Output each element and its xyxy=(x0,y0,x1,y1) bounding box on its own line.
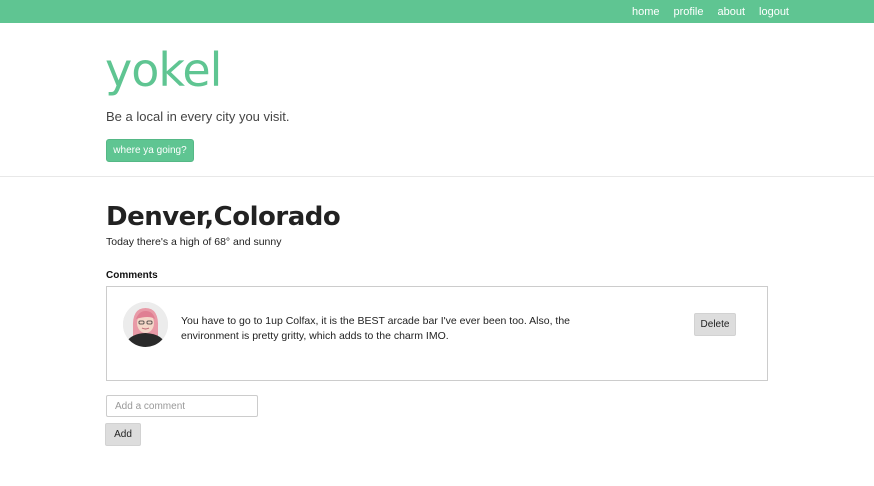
delete-comment-button[interactable]: Delete xyxy=(694,313,736,336)
where-ya-going-button[interactable]: where ya going? xyxy=(106,139,194,162)
nav-home-link[interactable]: home xyxy=(632,6,660,18)
hero-section: yokel Be a local in every city you visit… xyxy=(0,23,874,177)
comment-item: You have to go to 1up Colfax, it is the … xyxy=(106,286,768,381)
nav-about-link[interactable]: about xyxy=(717,6,745,18)
city-title: Denver,Colorado xyxy=(106,202,341,232)
add-comment-input[interactable] xyxy=(106,395,258,417)
comments-heading: Comments xyxy=(106,270,158,281)
nav-profile-link[interactable]: profile xyxy=(674,6,704,18)
add-comment-button[interactable]: Add xyxy=(105,423,141,446)
brand-logo-text: yokel xyxy=(105,43,222,97)
top-navbar: home profile about logout xyxy=(0,0,874,23)
comment-text: You have to go to 1up Colfax, it is the … xyxy=(181,315,571,342)
nav-logout-link[interactable]: logout xyxy=(759,6,789,18)
weather-summary: Today there's a high of 68° and sunny xyxy=(106,236,282,248)
avatar xyxy=(123,302,168,347)
user-avatar-icon xyxy=(123,302,168,347)
main-nav: home profile about logout xyxy=(632,0,789,23)
tagline: Be a local in every city you visit. xyxy=(106,109,290,124)
